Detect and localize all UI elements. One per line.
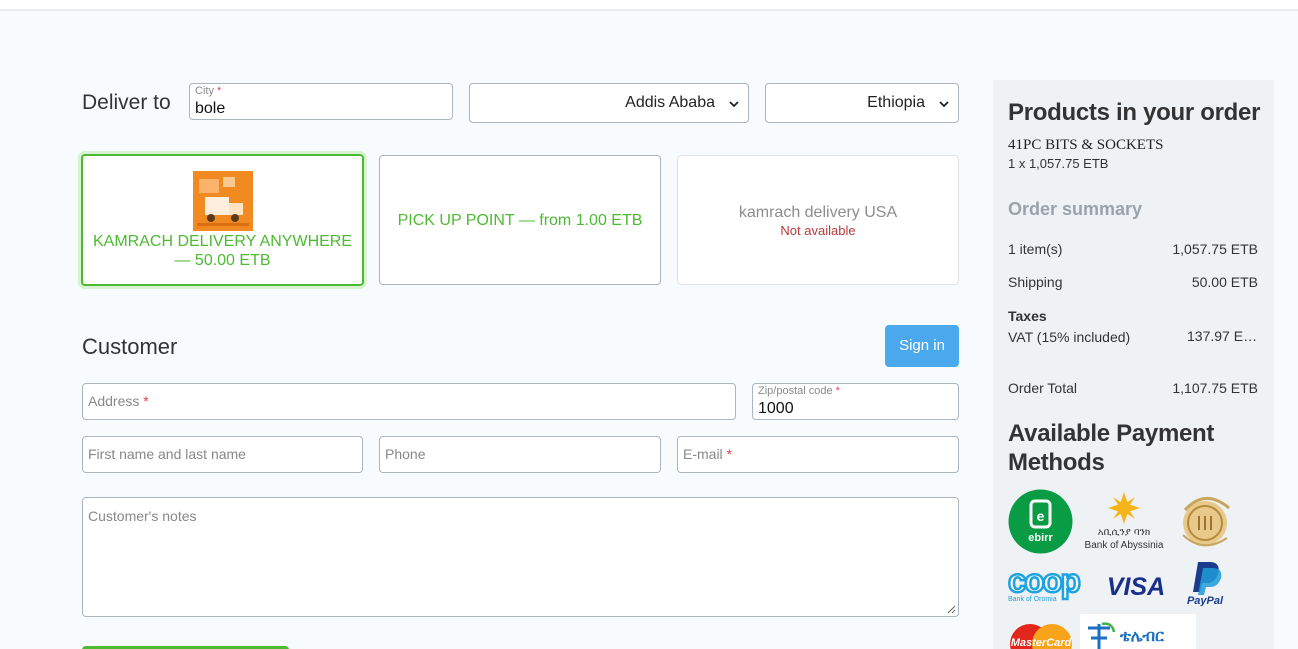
shipping-option-kamrach-anywhere[interactable]: KAMRACH DELIVERY ANYWHERE — 50.00 ETB: [81, 154, 364, 286]
chevron-down-icon: [729, 101, 739, 108]
telebirr-logo: ቴሌብር: [1080, 614, 1196, 649]
paypal-logo: PayPal: [1181, 560, 1231, 607]
items-label: 1 item(s): [1008, 241, 1063, 257]
vat-label: VAT (15% included): [1008, 329, 1131, 345]
vat-amount: 137.97 ETB: [1187, 328, 1259, 344]
order-summary-title: Order summary: [1008, 199, 1143, 219]
chevron-down-icon: [939, 101, 949, 108]
zip-label: Zip/postal code *: [758, 385, 840, 397]
city-label: City *: [195, 85, 222, 97]
svg-text:VISA: VISA: [1107, 573, 1165, 601]
product-quantity: 1 x 1,057.75 ETB: [1008, 156, 1109, 171]
ebirr-text: ebirr: [1028, 532, 1053, 544]
name-input[interactable]: First name and last name: [82, 436, 363, 473]
shipping-option-pickup-point[interactable]: PICK UP POINT — from 1.00 ETB: [379, 155, 661, 285]
notes-placeholder: Customer's notes: [88, 508, 197, 524]
name-placeholder: First name and last name: [88, 446, 246, 462]
shipping-amount: 50.00 ETB: [1191, 274, 1258, 290]
customer-title: Customer: [82, 334, 178, 359]
taxes-label: Taxes: [1008, 308, 1047, 324]
shipping-option-label: KAMRACH DELIVERY ANYWHERE — 50.00 ETB: [92, 233, 353, 269]
items-amount: 1,057.75 ETB: [1172, 241, 1258, 257]
product-name: 41PC BITS & SOCKETS: [1008, 137, 1164, 153]
zip-value: 1000: [758, 400, 794, 417]
region-value: Addis Ababa: [625, 94, 715, 111]
mastercard-logo: MasterCard: [1008, 620, 1074, 649]
gold-coin-logo: [1175, 490, 1237, 552]
shipping-label: Shipping: [1008, 274, 1063, 290]
shipping-option-label: PICK UP POINT — from 1.00 ETB: [397, 212, 643, 229]
payment-methods-title: Available Payment Methods: [1008, 420, 1215, 476]
address-placeholder: Address *: [88, 393, 149, 409]
country-select[interactable]: Ethiopia: [765, 83, 959, 123]
customer-notes-textarea[interactable]: Customer's notes: [82, 497, 959, 617]
order-sidebar: Products in your order 41PC BITS & SOCKE…: [993, 80, 1274, 649]
svg-text:አቢሲንያ ባንክ: አቢሲንያ ባንክ: [1098, 527, 1151, 538]
phone-placeholder: Phone: [385, 446, 426, 462]
deliver-to-title: Deliver to: [82, 91, 171, 114]
shipping-option-label: kamrach delivery USA: [738, 204, 898, 221]
svg-text:e: e: [1037, 508, 1045, 524]
country-value: Ethiopia: [867, 94, 925, 111]
zip-field[interactable]: Zip/postal code * 1000: [752, 383, 959, 420]
city-field[interactable]: City * bole: [189, 83, 453, 120]
not-available-badge: Not available: [780, 223, 856, 238]
shipping-row: Shipping 50.00 ETB: [1008, 274, 1258, 290]
resize-grip-icon[interactable]: [947, 605, 956, 614]
region-select[interactable]: Addis Ababa: [469, 83, 749, 123]
total-row: Order Total 1,107.75 ETB: [1008, 380, 1258, 396]
svg-text:Bank of Abyssinia: Bank of Abyssinia: [1085, 540, 1164, 551]
total-amount: 1,107.75 ETB: [1172, 380, 1258, 396]
total-label: Order Total: [1008, 380, 1077, 396]
svg-text:ቴሌብር: ቴሌብር: [1119, 626, 1165, 645]
delivery-truck-logo: [193, 171, 253, 231]
svg-text:PayPal: PayPal: [1187, 595, 1224, 606]
top-bar: [0, 0, 1298, 11]
svg-text:MasterCard: MasterCard: [1011, 637, 1072, 649]
phone-input[interactable]: Phone: [379, 436, 661, 473]
svg-text:coop: coop: [1008, 564, 1080, 599]
sign-in-button[interactable]: Sign in: [885, 325, 959, 367]
visa-logo: VISA: [1105, 571, 1167, 601]
products-title: Products in your order: [1008, 99, 1261, 126]
email-placeholder: E-mail *: [683, 446, 733, 462]
bank-of-abyssinia-logo: አቢሲንያ ባንክ Bank of Abyssinia: [1078, 490, 1170, 552]
city-value: bole: [195, 100, 226, 117]
shipping-option-kamrach-usa: kamrach delivery USA Not available: [677, 155, 959, 285]
svg-text:Bank of Oromia: Bank of Oromia: [1008, 596, 1057, 603]
items-row: 1 item(s) 1,057.75 ETB: [1008, 241, 1258, 257]
ebirr-logo: e ebirr: [1008, 489, 1073, 554]
coop-bank-logo: coop Bank of Oromia: [1007, 561, 1098, 604]
email-input[interactable]: E-mail *: [677, 436, 959, 473]
address-input[interactable]: Address *: [82, 383, 736, 420]
